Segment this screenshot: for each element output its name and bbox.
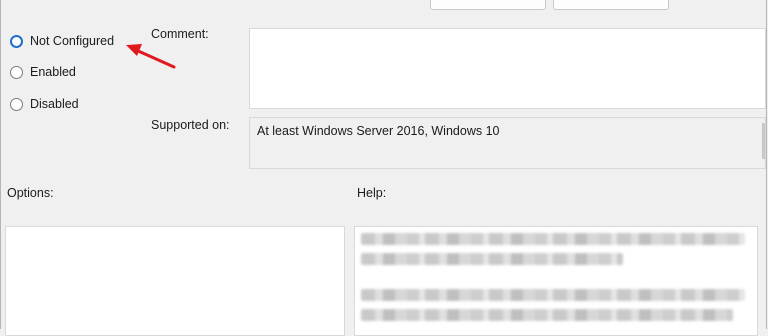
supported-on-label: Supported on: — [151, 118, 230, 132]
radio-disabled[interactable]: Disabled — [10, 95, 79, 113]
radio-label: Enabled — [30, 65, 76, 79]
radio-not-configured[interactable]: Not Configured — [10, 32, 114, 50]
radio-selected-icon[interactable] — [10, 34, 23, 48]
left-border — [0, 0, 1, 329]
top-button-1[interactable] — [430, 0, 546, 10]
radio-icon[interactable] — [10, 97, 23, 111]
radio-icon[interactable] — [10, 65, 23, 79]
help-text-line — [361, 233, 745, 245]
help-label: Help: — [357, 186, 387, 200]
radio-enabled[interactable]: Enabled — [10, 63, 76, 81]
annotation-arrow-icon — [126, 44, 176, 69]
help-text-line — [361, 289, 745, 301]
options-pane[interactable] — [5, 226, 345, 336]
help-pane[interactable] — [354, 226, 758, 336]
help-text-line — [361, 309, 733, 321]
radio-label: Disabled — [30, 97, 79, 111]
radio-label: Not Configured — [30, 34, 115, 48]
right-border — [766, 0, 767, 329]
comment-label: Comment: — [151, 27, 209, 41]
supported-on-scrollbar[interactable] — [762, 123, 765, 159]
supported-on-box: At least Windows Server 2016, Windows 10 — [249, 117, 766, 169]
top-button-2[interactable] — [553, 0, 669, 10]
comment-textarea[interactable] — [249, 28, 766, 109]
help-text-line — [361, 253, 623, 265]
options-label: Options: — [7, 186, 54, 200]
supported-on-value: At least Windows Server 2016, Windows 10 — [257, 124, 500, 138]
